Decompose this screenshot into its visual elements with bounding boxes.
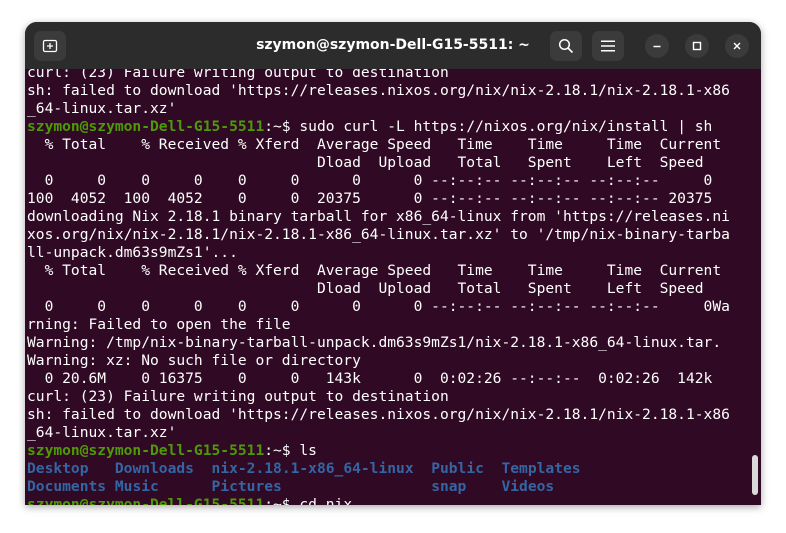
output-line: Warning: /tmp/nix-binary-tarball-unpack.…: [27, 334, 722, 351]
search-button[interactable]: [550, 31, 582, 61]
prompt-line: szymon@szymon-Dell-G15-5511:~$ sudo curl…: [27, 118, 730, 136]
menu-button[interactable]: [592, 31, 624, 61]
terminal-lines: curl: (23) Failure writing output to des…: [27, 69, 730, 505]
output-line: 0 20.6M 0 16375 0 0 143k 0 0:02:26 --:--…: [27, 370, 713, 387]
output-line: _64-linux.tar.xz': [27, 100, 177, 117]
close-button[interactable]: [725, 34, 749, 58]
output-line: % Total % Received % Xferd Average Speed…: [27, 136, 722, 153]
terminal-window: szymon@szymon-Dell-G15-5511: ~ curl: (23…: [25, 22, 761, 505]
search-icon: [558, 38, 574, 54]
directory-entry: nix-2.18.1-x86_64-linux: [211, 460, 432, 477]
output-line: sh: failed to download 'https://releases…: [27, 406, 730, 423]
output-line: _64-linux.tar.xz': [27, 424, 177, 441]
output-line: sh: failed to download 'https://releases…: [27, 82, 730, 99]
minimize-icon: [653, 45, 661, 48]
scrollbar[interactable]: [752, 455, 758, 495]
prompt-line: szymon@szymon-Dell-G15-5511:~$ cd nix: [27, 496, 730, 505]
output-line: % Total % Received % Xferd Average Speed…: [27, 262, 722, 279]
prompt-user-host: szymon@szymon-Dell-G15-5511: [27, 496, 265, 505]
terminal-output-area[interactable]: curl: (23) Failure writing output to des…: [25, 69, 761, 505]
prompt-line: szymon@szymon-Dell-G15-5511:~$ ls: [27, 442, 730, 460]
command-text: cd nix: [299, 496, 353, 505]
output-line: Dload Upload Total Spent Left Speed: [27, 280, 704, 297]
output-line: curl: (23) Failure writing output to des…: [27, 69, 449, 81]
output-line: 100 4052 100 4052 0 0 20375 0 --:--:-- -…: [27, 190, 713, 207]
output-line: Dload Upload Total Spent Left Speed: [27, 154, 704, 171]
directory-entry: Music: [114, 478, 212, 495]
prompt-path: :~$: [264, 118, 300, 135]
output-line: 0 0 0 0 0 0 0 0 --:--:-- --:--:-- --:--:…: [27, 298, 730, 315]
maximize-icon: [692, 41, 702, 51]
title-bar[interactable]: szymon@szymon-Dell-G15-5511: ~: [25, 22, 761, 69]
output-line: curl: (23) Failure writing output to des…: [27, 388, 449, 405]
prompt-user-host: szymon@szymon-Dell-G15-5511: [27, 118, 265, 135]
output-line: ll-unpack.dm63s9mZs1'...: [27, 244, 238, 261]
directory-entry: Videos: [501, 478, 555, 495]
prompt-user-host: szymon@szymon-Dell-G15-5511: [27, 442, 265, 459]
directory-entry: Public: [431, 460, 502, 477]
new-tab-icon: [42, 39, 58, 53]
directory-entry: Documents: [27, 478, 115, 495]
directory-entry: Desktop: [27, 460, 115, 477]
command-text: ls: [299, 442, 317, 459]
hamburger-menu-icon: [601, 40, 615, 52]
output-line: xos.org/nix/nix-2.18.1/nix-2.18.1-x86_64…: [27, 226, 730, 243]
close-icon: [733, 42, 741, 50]
ls-output-line: Documents Music Pictures snap Videos: [27, 478, 730, 496]
new-tab-button[interactable]: [34, 31, 66, 61]
directory-entry: Pictures: [211, 478, 432, 495]
output-line: Warning: xz: No such file or directory: [27, 352, 361, 369]
prompt-path: :~$: [264, 496, 300, 505]
directory-entry: Downloads: [114, 460, 212, 477]
ls-output-line: Desktop Downloads nix-2.18.1-x86_64-linu…: [27, 460, 730, 478]
prompt-path: :~$: [264, 442, 300, 459]
output-line: 0 0 0 0 0 0 0 0 --:--:-- --:--:-- --:--:…: [27, 172, 713, 189]
directory-entry: snap: [431, 478, 502, 495]
maximize-button[interactable]: [685, 34, 709, 58]
output-line: rning: Failed to open the file: [27, 316, 291, 333]
command-text: sudo curl -L https://nixos.org/nix/insta…: [299, 118, 713, 135]
minimize-button[interactable]: [645, 34, 669, 58]
directory-entry: Templates: [501, 460, 581, 477]
output-line: downloading Nix 2.18.1 binary tarball fo…: [27, 208, 730, 225]
